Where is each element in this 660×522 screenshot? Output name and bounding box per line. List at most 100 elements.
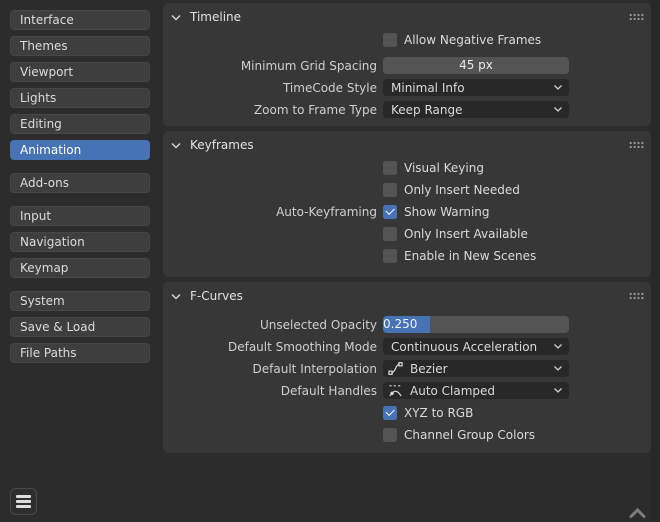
scrollbar-track[interactable] — [651, 0, 660, 520]
panel-drag-handle-icon[interactable] — [629, 141, 644, 149]
xyz-to-rgb-checkbox[interactable] — [383, 406, 397, 420]
sidebar-item-editing[interactable]: Editing — [10, 114, 150, 134]
visual-keying-checkbox[interactable] — [383, 161, 397, 175]
field-label: Default Handles — [163, 384, 377, 398]
sidebar-item-label: Navigation — [20, 235, 85, 249]
checkbox-label[interactable]: Show Warning — [404, 205, 490, 219]
slider-value: 0.250 — [383, 317, 417, 331]
panel-f-curves: F-Curves Unselected Opacity 0.250 Defaul… — [163, 282, 651, 453]
row-only-insert-needed: Only Insert Needed — [163, 181, 651, 198]
checkbox-label[interactable]: Only Insert Needed — [404, 183, 520, 197]
sidebar-item-keymap[interactable]: Keymap — [10, 258, 150, 278]
row-default-smoothing-mode: Default Smoothing Mode Continuous Accele… — [163, 338, 651, 355]
sidebar-item-label: File Paths — [20, 346, 77, 360]
sidebar-item-label: Add-ons — [20, 176, 69, 190]
panel-keyframes: Keyframes Visual Keying Only Insert Need… — [163, 131, 651, 277]
chevron-down-icon — [171, 14, 181, 21]
sidebar-item-label: Lights — [20, 91, 56, 105]
nav-group-system: System Save & Load File Paths — [10, 291, 150, 363]
row-enable-in-new-scenes: Enable in New Scenes — [163, 247, 651, 264]
dropdown-value: Auto Clamped — [410, 384, 495, 398]
sidebar-item-themes[interactable]: Themes — [10, 36, 150, 56]
checkbox-label[interactable]: Visual Keying — [404, 161, 484, 175]
default-smoothing-mode-dropdown[interactable]: Continuous Acceleration — [383, 338, 569, 355]
row-timecode-style: TimeCode Style Minimal Info — [163, 79, 651, 96]
field-label: TimeCode Style — [163, 81, 377, 95]
panel-header-timeline[interactable]: Timeline — [163, 3, 651, 31]
panel-timeline: Timeline Allow Negative Frames Minimum G… — [163, 3, 651, 126]
field-label: Unselected Opacity — [163, 318, 377, 332]
chevron-down-icon — [554, 344, 562, 349]
sidebar-item-label: System — [20, 294, 65, 308]
sidebar-item-addons[interactable]: Add-ons — [10, 173, 150, 193]
dropdown-value: Keep Range — [391, 103, 463, 117]
panel-title: Timeline — [190, 10, 241, 24]
field-label: Zoom to Frame Type — [163, 103, 377, 117]
sidebar-item-label: Viewport — [20, 65, 73, 79]
header-menu-button[interactable] — [10, 488, 37, 515]
row-channel-group-colors: Channel Group Colors — [163, 426, 651, 443]
channel-group-colors-checkbox[interactable] — [383, 428, 397, 442]
panel-header-f-curves[interactable]: F-Curves — [163, 282, 651, 310]
only-insert-needed-checkbox[interactable] — [383, 183, 397, 197]
sidebar-item-input[interactable]: Input — [10, 206, 150, 226]
sidebar-item-save-load[interactable]: Save & Load — [10, 317, 150, 337]
field-label: Minimum Grid Spacing — [163, 59, 377, 73]
checkbox-label[interactable]: XYZ to RGB — [404, 406, 473, 420]
dropdown-value: Minimal Info — [391, 81, 465, 95]
minimum-grid-spacing-field[interactable]: 45 px — [383, 57, 569, 74]
dropdown-value: Continuous Acceleration — [391, 340, 537, 354]
chevron-down-icon — [554, 366, 562, 371]
default-handles-dropdown[interactable]: Auto Clamped — [383, 382, 569, 399]
auto-clamped-handle-icon — [388, 383, 403, 398]
sidebar-item-file-paths[interactable]: File Paths — [10, 343, 150, 363]
chevron-down-icon — [554, 85, 562, 90]
chevron-down-icon — [171, 142, 181, 149]
sidebar-item-label: Editing — [20, 117, 62, 131]
chevron-down-icon — [554, 388, 562, 393]
sidebar-item-label: Save & Load — [20, 320, 95, 334]
sidebar-item-label: Input — [20, 209, 51, 223]
preferences-main-region: Timeline Allow Negative Frames Minimum G… — [163, 3, 651, 458]
row-only-insert-available: Only Insert Available — [163, 225, 651, 242]
bezier-curve-icon — [388, 361, 403, 376]
panel-drag-handle-icon[interactable] — [629, 292, 644, 300]
row-show-warning: Auto-Keyframing Show Warning — [163, 203, 651, 220]
zoom-to-frame-type-dropdown[interactable]: Keep Range — [383, 101, 569, 118]
sidebar-item-navigation[interactable]: Navigation — [10, 232, 150, 252]
dropdown-value: Bezier — [410, 362, 448, 376]
panel-header-keyframes[interactable]: Keyframes — [163, 131, 651, 159]
nav-group-general: Interface Themes Viewport Lights Editing… — [10, 10, 150, 160]
allow-negative-frames-checkbox[interactable] — [383, 33, 397, 47]
row-allow-negative-frames: Allow Negative Frames — [163, 31, 651, 48]
panel-drag-handle-icon[interactable] — [629, 13, 644, 21]
chevron-down-icon — [171, 293, 181, 300]
checkbox-label[interactable]: Only Insert Available — [404, 227, 528, 241]
checkbox-label[interactable]: Channel Group Colors — [404, 428, 535, 442]
sidebar-item-interface[interactable]: Interface — [10, 10, 150, 30]
sidebar-item-label: Animation — [20, 143, 81, 157]
sidebar-item-system[interactable]: System — [10, 291, 150, 311]
checkbox-label[interactable]: Enable in New Scenes — [404, 249, 536, 263]
enable-in-new-scenes-checkbox[interactable] — [383, 249, 397, 263]
nav-group-addons: Add-ons — [10, 173, 150, 193]
unselected-opacity-slider[interactable]: 0.250 — [383, 316, 569, 333]
row-unselected-opacity: Unselected Opacity 0.250 — [163, 316, 651, 333]
chevron-down-icon — [554, 107, 562, 112]
panel-title: F-Curves — [190, 289, 243, 303]
sidebar-item-animation[interactable]: Animation — [10, 140, 150, 160]
checkbox-label[interactable]: Allow Negative Frames — [404, 33, 541, 47]
panel-title: Keyframes — [190, 138, 254, 152]
field-label: Auto-Keyframing — [163, 205, 377, 219]
nav-group-input: Input Navigation Keymap — [10, 206, 150, 278]
timecode-style-dropdown[interactable]: Minimal Info — [383, 79, 569, 96]
sidebar-item-label: Interface — [20, 13, 74, 27]
sidebar-item-lights[interactable]: Lights — [10, 88, 150, 108]
sidebar-item-viewport[interactable]: Viewport — [10, 62, 150, 82]
hamburger-icon — [16, 495, 31, 498]
default-interpolation-dropdown[interactable]: Bezier — [383, 360, 569, 377]
row-default-handles: Default Handles Auto Clamped — [163, 382, 651, 399]
show-warning-checkbox[interactable] — [383, 205, 397, 219]
only-insert-available-checkbox[interactable] — [383, 227, 397, 241]
field-label: Default Smoothing Mode — [163, 340, 377, 354]
